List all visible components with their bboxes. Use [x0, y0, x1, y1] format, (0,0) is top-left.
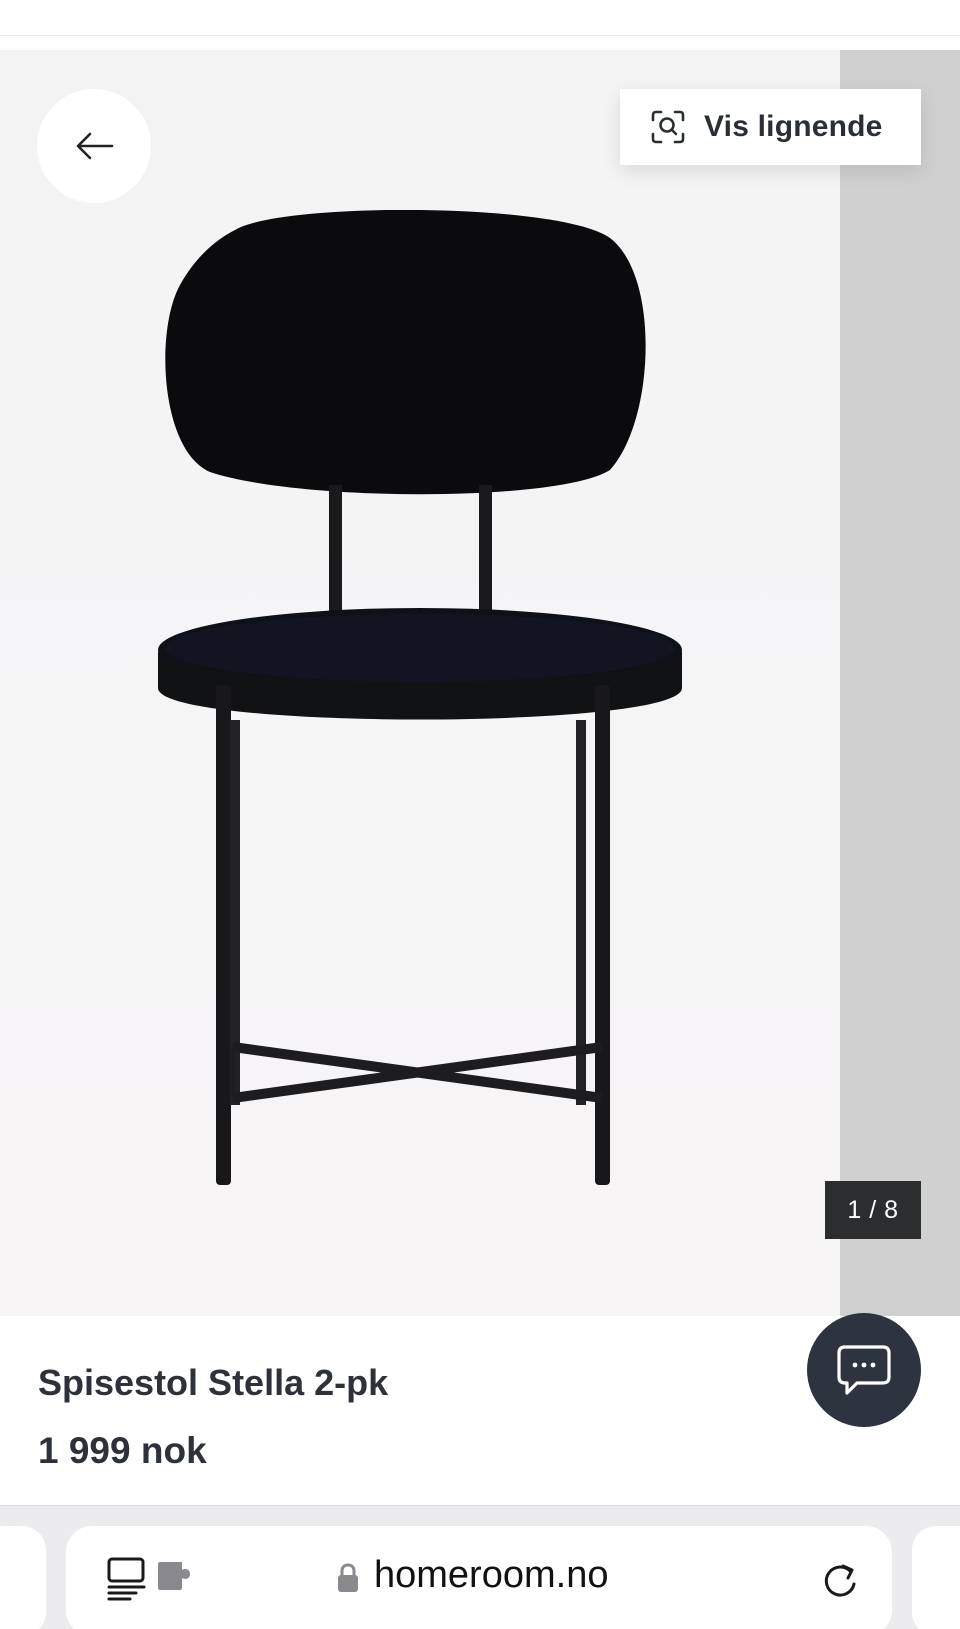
extension-icon[interactable] [156, 1560, 196, 1592]
lock-icon [338, 1563, 358, 1592]
show-similar-label: Vis lignende [704, 110, 883, 143]
product-price: 1 999 nok [38, 1430, 207, 1471]
product-title: Spisestol Stella 2-pk [38, 1362, 389, 1403]
next-tab[interactable] [912, 1526, 960, 1629]
product-image[interactable] [0, 50, 840, 1316]
product-image-gallery[interactable] [0, 50, 960, 1316]
next-image-peek[interactable] [840, 50, 960, 1316]
chat-button[interactable] [807, 1313, 921, 1427]
reload-icon[interactable] [821, 1558, 861, 1600]
visual-search-icon [651, 110, 685, 144]
chair-photo [158, 210, 682, 1185]
show-similar-button[interactable]: Vis lignende [620, 89, 921, 165]
top-strip [0, 0, 960, 36]
url-text: homeroom.no [374, 1554, 609, 1596]
browser-toolbar: homeroom.no [0, 1505, 960, 1629]
image-counter: 1 / 8 [825, 1181, 921, 1239]
arrow-left-icon [76, 132, 114, 160]
back-button[interactable] [37, 89, 151, 203]
chat-bubble-icon [837, 1345, 891, 1395]
previous-tab[interactable] [0, 1526, 46, 1629]
address-bar[interactable]: homeroom.no [66, 1526, 892, 1629]
reader-mode-icon[interactable] [106, 1556, 148, 1602]
